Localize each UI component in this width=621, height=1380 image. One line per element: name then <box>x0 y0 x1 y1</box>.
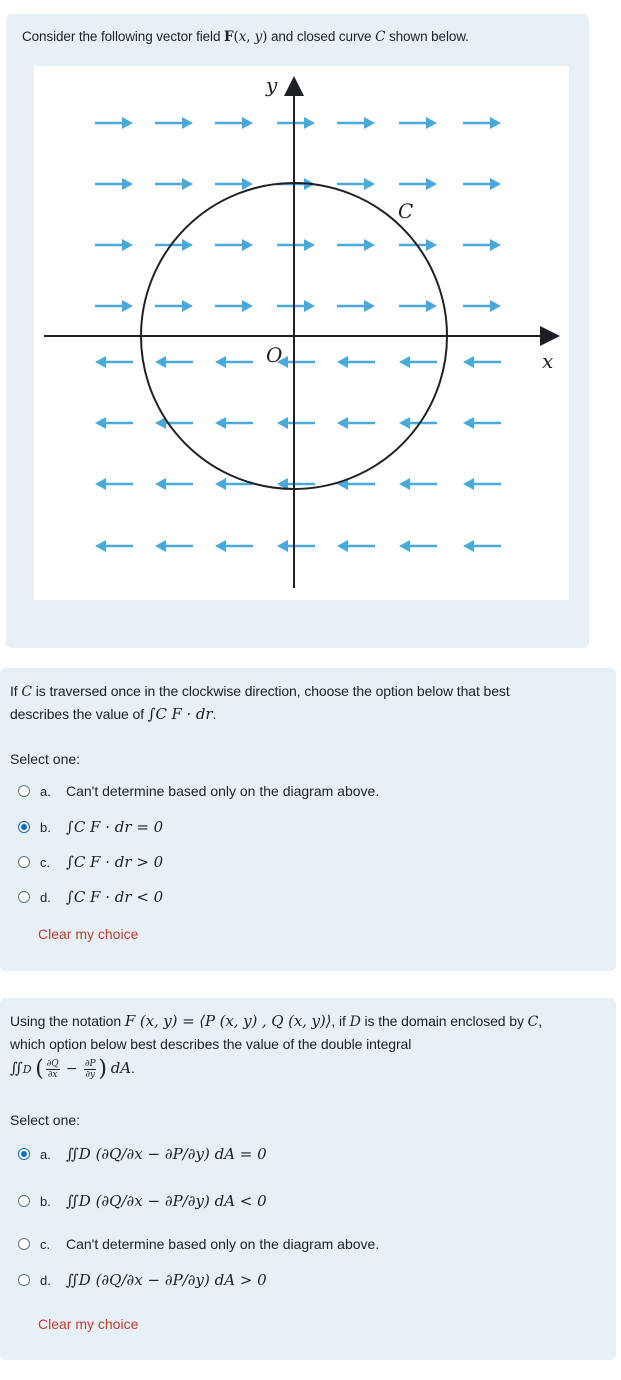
question-text: If C is traversed once in the clockwise … <box>10 680 510 725</box>
field-arrow-head <box>399 478 410 490</box>
clear-choice-link[interactable]: Clear my choice <box>38 926 138 942</box>
field-arrow-head <box>122 300 133 312</box>
field-arrow-head <box>122 178 133 190</box>
vector-field-svg: x y O C <box>44 73 560 588</box>
option-d[interactable]: d. ∬D (∂Q/∂x − ∂P/∂y) dA > 0 <box>18 1267 267 1293</box>
field-arrow-head <box>399 356 410 368</box>
field-arrow-head <box>242 300 253 312</box>
field-arrow-head <box>242 117 253 129</box>
line-integral-expr: ∫C F · dr <box>147 705 213 723</box>
x-axis-label: x <box>542 349 553 373</box>
field-arrow-head <box>337 417 348 429</box>
field-arrow-head <box>95 540 106 552</box>
option-c[interactable]: c. ∫C F · dr > 0 <box>18 849 163 875</box>
field-arrow-head <box>304 300 315 312</box>
field-arrow-head <box>399 417 410 429</box>
question-text: Using the notation F (x, y) = ⟨P (x, y) … <box>10 1010 542 1081</box>
field-arrow-head <box>182 239 193 251</box>
field-arrow-head <box>426 239 437 251</box>
radio-a-selected[interactable] <box>18 1148 30 1160</box>
question-line-2: describes the value of ∫C F · dr. <box>10 705 217 723</box>
field-arrow-head <box>215 356 226 368</box>
field-arrow-head <box>490 178 501 190</box>
question-card-diagram: Consider the following vector field F(x,… <box>6 14 589 648</box>
field-arrow-head <box>155 356 166 368</box>
field-arrow-head <box>364 300 375 312</box>
field-arrow-head <box>463 478 474 490</box>
y-axis-label: y <box>265 73 278 97</box>
field-arrow-head <box>182 117 193 129</box>
question-line-1: Using the notation F (x, y) = ⟨P (x, y) … <box>10 1012 543 1030</box>
field-arrow-head <box>463 417 474 429</box>
option-b[interactable]: b. ∬D (∂Q/∂x − ∂P/∂y) dA < 0 <box>18 1188 267 1214</box>
radio-a[interactable] <box>18 785 30 797</box>
vector-field-diagram: x y O C <box>34 66 569 600</box>
field-arrow-head <box>463 540 474 552</box>
field-arrow-head <box>463 356 474 368</box>
field-arrow-head <box>277 540 288 552</box>
field-arrow-head <box>490 239 501 251</box>
field-arrow-head <box>277 417 288 429</box>
double-integral-expr: ∬D (∂Q ∂x − ∂P ∂y) dA. <box>10 1056 135 1082</box>
field-arrow-head <box>215 540 226 552</box>
radio-d[interactable] <box>18 1274 30 1286</box>
field-arrow-head <box>182 178 193 190</box>
field-arrow-head <box>95 356 106 368</box>
radio-b[interactable] <box>18 1195 30 1207</box>
notation-expr: F (x, y) = ⟨P (x, y) , Q (x, y)⟩ <box>124 1012 332 1030</box>
field-arrow-head <box>490 300 501 312</box>
option-d[interactable]: d. ∫C F · dr < 0 <box>18 884 163 910</box>
field-arrow-head <box>364 178 375 190</box>
clear-choice-link[interactable]: Clear my choice <box>38 1316 138 1332</box>
field-arrow-head <box>426 178 437 190</box>
select-one-label: Select one: <box>10 1112 81 1128</box>
field-arrow-head <box>304 117 315 129</box>
field-arrow-head <box>215 417 226 429</box>
question-card-line-integral: If C is traversed once in the clockwise … <box>0 668 616 971</box>
question-line-2: which option below best describes the va… <box>10 1036 412 1052</box>
field-arrow-head <box>426 300 437 312</box>
field-arrow-head <box>95 417 106 429</box>
field-arrow-head <box>122 239 133 251</box>
field-arrow-head <box>426 117 437 129</box>
select-one-label: Select one: <box>10 751 81 767</box>
option-c[interactable]: c. Can't determine based only on the dia… <box>18 1231 379 1257</box>
field-arrow-head <box>122 117 133 129</box>
field-arrow-head <box>364 239 375 251</box>
radio-c[interactable] <box>18 856 30 868</box>
option-a[interactable]: a. Can't determine based only on the dia… <box>18 778 379 804</box>
field-arrow-head <box>490 117 501 129</box>
question-line-1: If C is traversed once in the clockwise … <box>10 683 510 700</box>
field-arrow-head <box>337 356 348 368</box>
field-arrow-head <box>242 239 253 251</box>
question-card-double-integral: Using the notation F (x, y) = ⟨P (x, y) … <box>0 998 616 1360</box>
option-a[interactable]: a. ∬D (∂Q/∂x − ∂P/∂y) dA = 0 <box>18 1141 267 1167</box>
option-b[interactable]: b. ∫C F · dr = 0 <box>18 814 163 840</box>
field-arrow-head <box>364 117 375 129</box>
field-arrow-head <box>155 478 166 490</box>
field-arrow-head <box>337 540 348 552</box>
radio-d[interactable] <box>18 891 30 903</box>
field-arrow-head <box>155 540 166 552</box>
radio-b-selected[interactable] <box>18 821 30 833</box>
field-arrow-head <box>215 478 226 490</box>
field-arrow-head <box>182 300 193 312</box>
origin-label: O <box>266 343 282 367</box>
curve-label: C <box>398 199 413 223</box>
field-arrow-head <box>304 239 315 251</box>
field-arrow-head <box>95 478 106 490</box>
question-prompt: Consider the following vector field F(x,… <box>22 29 469 45</box>
radio-c[interactable] <box>18 1238 30 1250</box>
field-arrow-head <box>399 540 410 552</box>
